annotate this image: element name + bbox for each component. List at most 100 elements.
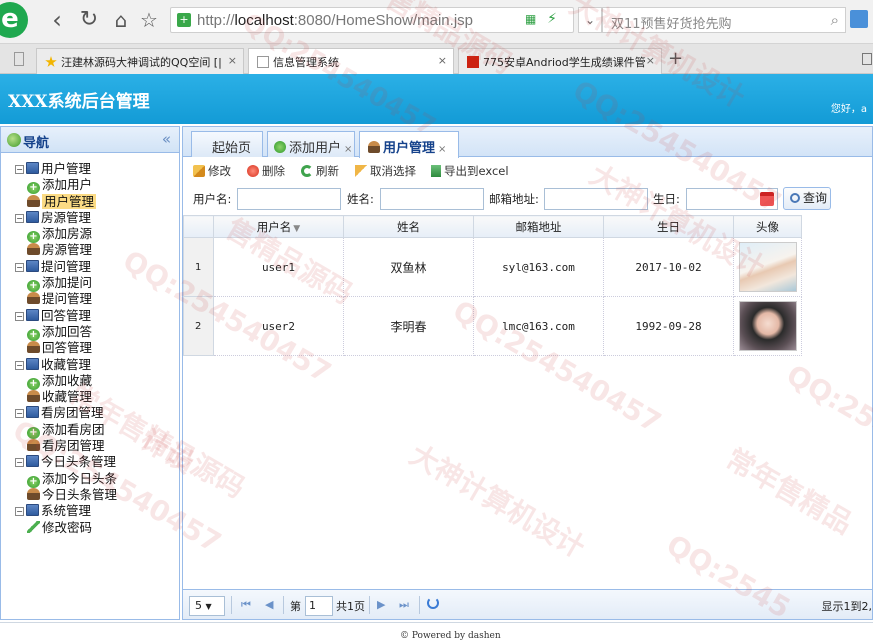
first-page-icon[interactable]: ⏮	[241, 598, 251, 612]
back-icon[interactable]: ‹	[44, 6, 70, 34]
table-row[interactable]: 1 user1 双鱼林 syl@163.com 2017-10-02	[183, 237, 802, 297]
tree-item[interactable]: + 添加用户	[15, 177, 175, 195]
divider	[283, 596, 284, 614]
edit-button[interactable]: 修改	[193, 163, 231, 179]
address-bar[interactable]: + http://localhost:8080/HomeShow/main.js…	[170, 7, 574, 33]
favorite-star-icon[interactable]: ☆	[136, 6, 162, 34]
tree-group-label: 今日头条管理	[41, 454, 117, 470]
collapse-icon[interactable]: «	[162, 130, 171, 148]
name-input[interactable]	[380, 188, 484, 210]
collapse-toggle-icon[interactable]: −	[15, 409, 24, 419]
last-page-icon[interactable]: ⏭	[399, 598, 409, 612]
tree-item-label: 提问管理	[42, 291, 93, 307]
browser-tab[interactable]: 775安卓Andriod学生成绩课件管 ×	[458, 48, 662, 74]
tree-group[interactable]: − 提问管理	[15, 259, 175, 275]
page-size-select[interactable]: 5 ▼	[189, 596, 225, 616]
tree-item[interactable]: + 添加看房团	[15, 422, 175, 439]
collapse-toggle-icon[interactable]: −	[15, 507, 24, 517]
table-row[interactable]: 2 user2 李明春 lmc@163.com 1992-09-28	[183, 296, 802, 356]
close-tab-icon[interactable]: ×	[228, 54, 237, 67]
email-input[interactable]	[544, 188, 648, 210]
reload-icon[interactable]: ↻	[76, 6, 102, 34]
home-icon[interactable]: ⌂	[108, 6, 134, 34]
new-tab-icon[interactable]: +	[668, 48, 683, 69]
cancel-select-label: 取消选择	[370, 164, 416, 178]
add-icon: +	[27, 328, 40, 341]
tree-group-label: 房源管理	[41, 209, 92, 225]
column-header-name[interactable]: 姓名	[343, 215, 474, 238]
tree-group[interactable]: − 系统管理	[15, 503, 175, 519]
speed-mode-icon[interactable]: ⚡	[547, 11, 557, 27]
tree-item[interactable]: + 添加房源	[15, 226, 175, 244]
tree-item[interactable]: 看房团管理	[15, 438, 175, 454]
column-header-avatar[interactable]: 头像	[733, 215, 802, 238]
next-page-icon[interactable]: ▶	[377, 598, 385, 611]
sidebar-toggle-icon[interactable]	[14, 52, 24, 66]
query-button[interactable]: 查询	[783, 187, 831, 210]
tree-item-label: 添加回答	[42, 323, 93, 339]
cancel-select-button[interactable]: 取消选择	[355, 163, 416, 179]
tab-add-user[interactable]: 添加用户 ×	[267, 131, 355, 157]
tab-home[interactable]: 起始页	[191, 131, 263, 157]
close-tab-icon[interactable]: ×	[438, 54, 447, 67]
collapse-toggle-icon[interactable]: −	[15, 360, 24, 370]
tree-item[interactable]: 回答管理	[15, 340, 175, 356]
main-panel: 起始页 添加用户 × 用户管理 × 修改 删除 刷新 取消选择 导出到excel 用…	[182, 126, 873, 620]
calendar-icon[interactable]	[760, 192, 774, 206]
collapse-toggle-icon[interactable]: −	[15, 165, 24, 174]
qr-code-icon[interactable]: ▦	[525, 12, 539, 28]
tree-item[interactable]: 今日头条管理	[15, 487, 175, 503]
tree-group[interactable]: − 收藏管理	[15, 357, 175, 373]
collapse-toggle-icon[interactable]: −	[15, 311, 24, 321]
reload-icon[interactable]	[427, 597, 439, 609]
browser-tab-active[interactable]: 信息管理系统 ×	[248, 48, 454, 75]
monitor-icon	[26, 162, 39, 174]
delete-button[interactable]: 删除	[247, 163, 285, 179]
cell-birthday: 1992-09-28	[603, 296, 734, 356]
username-input[interactable]	[237, 188, 341, 210]
tree-item[interactable]: + 添加今日头条	[15, 471, 175, 488]
tree-item[interactable]: + 添加提问	[15, 275, 175, 293]
tree-item[interactable]: 修改密码	[15, 520, 175, 536]
collapse-toggle-icon[interactable]: −	[15, 458, 24, 468]
column-header-email[interactable]: 邮箱地址	[473, 215, 604, 238]
tree-item[interactable]: + 添加收藏	[15, 373, 175, 390]
extension-icon[interactable]	[850, 10, 868, 28]
cell-username: user1	[213, 237, 344, 297]
monitor-icon	[26, 406, 39, 419]
collapse-toggle-icon[interactable]: −	[15, 262, 24, 272]
page-number-input[interactable]: 1	[305, 596, 333, 616]
tree-item[interactable]: + 添加回答	[15, 323, 175, 341]
tree-item[interactable]: 房源管理	[15, 242, 175, 258]
birthday-input[interactable]	[686, 188, 778, 210]
tree-group[interactable]: − 用户管理	[15, 161, 175, 177]
close-tab-icon[interactable]: ×	[438, 144, 446, 155]
refresh-button[interactable]: 刷新	[301, 163, 339, 179]
tab-user-manage[interactable]: 用户管理 ×	[359, 131, 459, 158]
tree-item-label: 添加房源	[42, 226, 93, 242]
export-excel-button[interactable]: 导出到excel	[431, 163, 509, 179]
address-dropdown-icon[interactable]: ⌄	[578, 7, 602, 33]
browser-search-input[interactable]: 双11预售好货抢先购 ⌕	[602, 7, 846, 33]
cell-avatar	[733, 237, 802, 297]
tree-item[interactable]: 提问管理	[15, 291, 175, 307]
tree-group-label: 系统管理	[41, 503, 92, 519]
collapse-toggle-icon[interactable]: −	[15, 213, 24, 223]
tree-item[interactable]: 用户管理	[15, 193, 175, 210]
column-header-username[interactable]: 用户名 ▼	[213, 215, 344, 238]
username-label: 用户名:	[193, 192, 232, 206]
search-icon[interactable]: ⌕	[831, 11, 839, 29]
tree-item[interactable]: 收藏管理	[15, 389, 175, 405]
tab-list-icon[interactable]	[862, 53, 872, 65]
browser-tab[interactable]: 汪建林源码大神调试的QQ空间 [| ×	[36, 48, 244, 74]
tree-group[interactable]: − 看房团管理	[15, 405, 175, 421]
pencil-icon	[27, 520, 40, 533]
tree-group[interactable]: − 房源管理	[15, 210, 175, 226]
tree-group[interactable]: − 今日头条管理	[15, 454, 175, 470]
close-tab-icon[interactable]: ×	[646, 54, 655, 67]
column-header-birthday[interactable]: 生日	[603, 215, 734, 238]
sort-icon[interactable]: ▼	[293, 224, 300, 234]
close-tab-icon[interactable]: ×	[344, 144, 352, 155]
prev-page-icon[interactable]: ◀	[265, 598, 273, 611]
tree-group[interactable]: − 回答管理	[15, 308, 175, 324]
